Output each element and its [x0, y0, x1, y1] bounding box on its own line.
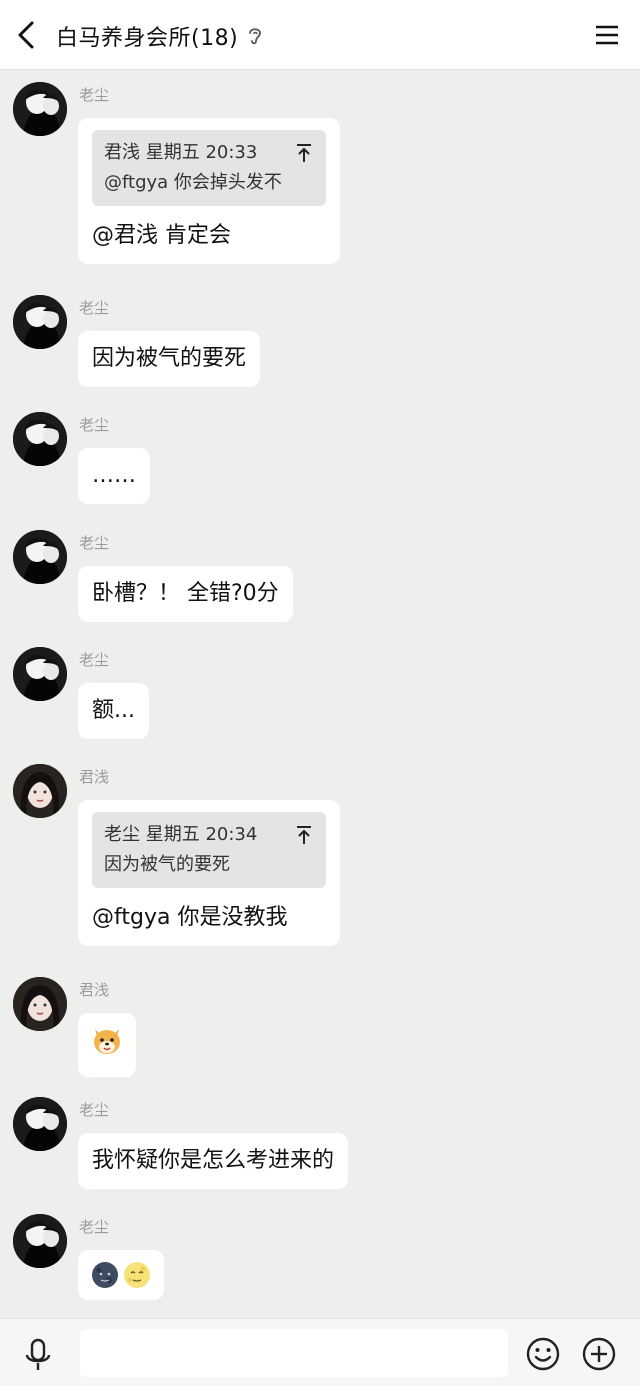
quote-block[interactable]: 君浅 星期五 20:33 @ftgya 你会掉头发不: [92, 130, 326, 206]
avatar[interactable]: [13, 412, 67, 466]
message-bubble[interactable]: 老尘 星期五 20:34 因为被气的要死 @ftgya 你是没教我: [78, 800, 340, 946]
jump-to-top-icon[interactable]: [294, 824, 314, 846]
message-bubble[interactable]: 我怀疑你是怎么考进来的: [78, 1133, 349, 1189]
back-arrow-icon[interactable]: [8, 15, 48, 55]
manga-avatar-icon: [13, 647, 67, 701]
sender-name: 老尘: [79, 416, 110, 434]
avatar[interactable]: [13, 764, 67, 818]
sender-name: 老尘: [79, 534, 110, 552]
new-moon-face-emoji-icon: [92, 1262, 118, 1288]
avatar[interactable]: [13, 647, 67, 701]
menu-icon[interactable]: [592, 20, 622, 50]
quote-header: 君浅 星期五 20:33: [104, 142, 258, 163]
avatar[interactable]: [13, 530, 67, 584]
title-wrap: 白马养身会所(18): [56, 20, 264, 52]
message-bubble[interactable]: [78, 1250, 164, 1300]
message-text: 因为被气的要死: [92, 346, 247, 371]
chat-header: 白马养身会所(18): [0, 0, 640, 70]
manga-avatar-icon: [13, 530, 67, 584]
message-bubble[interactable]: 君浅 星期五 20:33 @ftgya 你会掉头发不 @君浅 肯定会: [78, 118, 340, 264]
manga-avatar-icon: [13, 1097, 67, 1151]
avatar[interactable]: [13, 295, 67, 349]
message-text: 额...: [92, 698, 135, 723]
message-bubble[interactable]: 卧槽？！ 全错?0分: [78, 566, 293, 622]
message-bubble[interactable]: 额...: [78, 683, 149, 739]
quote-header: 老尘 星期五 20:34: [104, 824, 258, 845]
input-bar: [0, 1318, 640, 1386]
sender-name: 老尘: [79, 651, 110, 669]
add-attachment-icon[interactable]: [580, 1335, 618, 1373]
jump-to-top-icon[interactable]: [294, 142, 314, 164]
girl-avatar-icon: [13, 977, 67, 1031]
sender-name: 老尘: [79, 1218, 110, 1236]
avatar[interactable]: [13, 1214, 67, 1268]
sender-name: 老尘: [79, 1101, 110, 1119]
message-input[interactable]: [80, 1329, 508, 1377]
message-bubble[interactable]: 因为被气的要死: [78, 331, 261, 387]
chat-title: 白马养身会所(18): [56, 26, 239, 51]
quote-text: @ftgya 你会掉头发不: [104, 172, 282, 193]
message-text: @ftgya 你是没教我: [92, 905, 288, 930]
manga-avatar-icon: [13, 295, 67, 349]
message-text: 我怀疑你是怎么考进来的: [92, 1148, 335, 1173]
dog-face-emoji-icon: [94, 1029, 120, 1054]
voice-input-icon[interactable]: [18, 1335, 58, 1375]
message-text: 卧槽？！ 全错?0分: [92, 581, 279, 606]
emoji-picker-icon[interactable]: [524, 1335, 562, 1373]
girl-avatar-icon: [13, 764, 67, 818]
message-bubble[interactable]: [78, 1013, 136, 1077]
manga-avatar-icon: [13, 82, 67, 136]
avatar[interactable]: [13, 82, 67, 136]
manga-avatar-icon: [13, 412, 67, 466]
sender-name: 君浅: [79, 981, 110, 999]
full-moon-face-emoji-icon: [124, 1262, 150, 1288]
message-text: @君浅 肯定会: [92, 223, 231, 248]
manga-avatar-icon: [13, 1214, 67, 1268]
avatar[interactable]: [13, 977, 67, 1031]
quote-block[interactable]: 老尘 星期五 20:34 因为被气的要死: [92, 812, 326, 888]
quote-text: 因为被气的要死: [104, 854, 230, 875]
sender-name: 君浅: [79, 768, 110, 786]
sender-name: 老尘: [79, 86, 110, 104]
message-bubble[interactable]: ……: [78, 448, 150, 504]
sender-name: 老尘: [79, 299, 110, 317]
avatar[interactable]: [13, 1097, 67, 1151]
ear-icon: [249, 28, 262, 45]
message-text: ……: [92, 463, 136, 488]
